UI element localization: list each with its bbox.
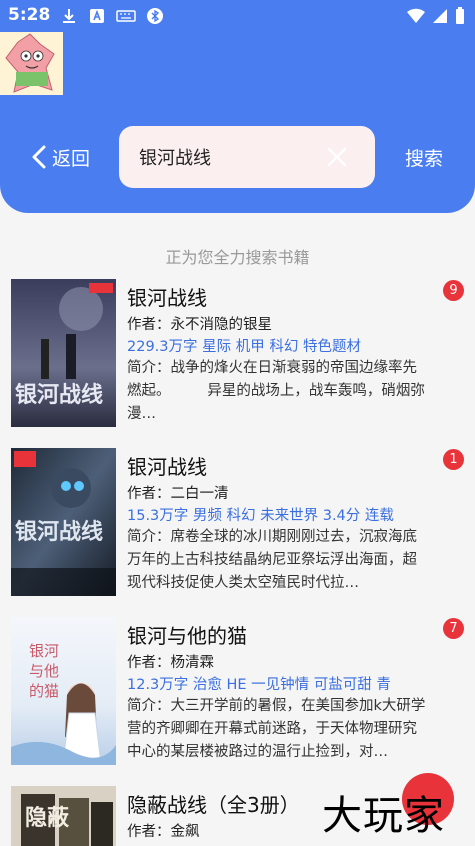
book-title: 隐蔽战线（全3册） xyxy=(127,793,300,817)
book-cover: 隐蔽 xyxy=(11,786,116,846)
count-badge: 1 xyxy=(443,449,464,470)
book-title: 银河战线 xyxy=(127,286,207,310)
list-item[interactable]: 银河战线 银河战线 作者：永不消隐的银星 229.3万字 星际 机甲 科幻 特色… xyxy=(0,279,475,447)
count-badge: 7 xyxy=(443,618,464,639)
avatar[interactable] xyxy=(0,32,63,95)
signal-icon xyxy=(431,7,449,25)
book-tags: 15.3万字 男频 科幻 未来世界 3.4分 连载 xyxy=(127,508,394,524)
battery-icon xyxy=(454,7,472,25)
book-intro: 简介：战争的烽火在日渐衰弱的帝国边缘率先燃起。 异星的战场上，战车轰鸣，硝烟弥漫… xyxy=(127,360,425,422)
close-icon[interactable] xyxy=(325,145,349,169)
book-intro: 简介：席卷全球的冰川期刚刚过去，沉寂海底万年的上古科技结晶纳尼亚祭坛浮出海面，超… xyxy=(127,529,417,591)
book-title: 银河战线 xyxy=(127,455,207,479)
cover-title: 银河与他的猫 xyxy=(29,642,60,700)
search-button[interactable]: 搜索 xyxy=(405,144,443,171)
book-tags: 229.3万字 星际 机甲 科幻 特色题材 xyxy=(127,339,361,355)
count-badge: 9 xyxy=(443,280,464,301)
back-label: 返回 xyxy=(52,147,91,170)
book-title: 银河与他的猫 xyxy=(127,624,247,648)
book-intro: 简介：大三开学前的暑假，在美国参加k大研学营的齐卿卿在开幕式前迷路，于天体物理研… xyxy=(127,698,426,760)
back-button[interactable]: 返回 xyxy=(30,142,90,172)
watermark: 大玩家 xyxy=(322,793,445,839)
list-item[interactable]: 银河与他的猫 银河与他的猫 作者：杨清霖 12.3万字 治愈 HE 一见钟情 可… xyxy=(0,617,475,785)
status-bar: 5:28 xyxy=(0,0,475,32)
status-time: 5:28 xyxy=(8,5,51,25)
book-author: 作者：二白一清 xyxy=(127,486,229,502)
cover-title: 银河战线 xyxy=(15,383,104,408)
book-cover: 银河战线 xyxy=(11,279,116,427)
book-cover: 银河与他的猫 xyxy=(11,617,116,765)
search-status-text: 正为您全力搜索书籍 xyxy=(165,248,310,267)
book-author: 作者：金飙 xyxy=(127,824,200,840)
search-input[interactable] xyxy=(139,143,319,171)
book-author: 作者：永不消隐的银星 xyxy=(127,317,272,333)
book-tags: 12.3万字 治愈 HE 一见钟情 可盐可甜 青 xyxy=(127,677,391,693)
app-a-icon xyxy=(88,7,106,25)
keyboard-icon xyxy=(116,7,136,25)
list-item[interactable]: 银河战线 银河战线 作者：二白一清 15.3万字 男频 科幻 未来世界 3.4分… xyxy=(0,448,475,616)
bluetooth-icon xyxy=(146,7,164,25)
chevron-left-icon xyxy=(32,145,46,169)
download-icon xyxy=(60,7,78,25)
wifi-icon xyxy=(406,7,425,25)
book-author: 作者：杨清霖 xyxy=(127,655,214,671)
cover-title: 隐蔽 xyxy=(25,806,70,831)
book-cover: 银河战线 xyxy=(11,448,116,596)
cover-title: 银河战线 xyxy=(15,520,104,545)
